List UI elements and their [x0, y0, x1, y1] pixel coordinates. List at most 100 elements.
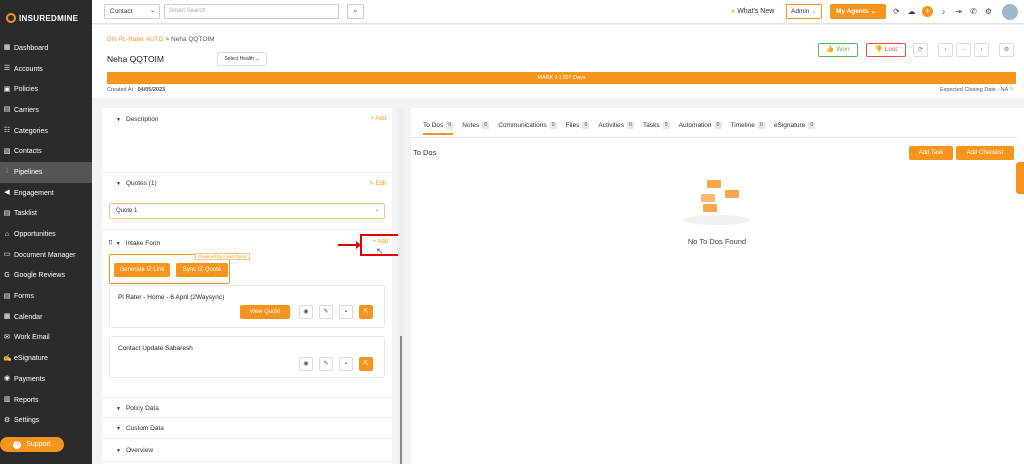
sidebar-item-calendar[interactable]: ▦ Calendar	[0, 307, 92, 328]
scrollbar-thumb[interactable]	[400, 336, 402, 464]
lost-button[interactable]: 👎 Lost	[866, 43, 906, 57]
tab-count-badge: 0	[549, 122, 557, 129]
sidebar-item-forms[interactable]: ▤ Forms	[0, 286, 92, 307]
tab-timeline[interactable]: Timeline 0	[731, 122, 765, 129]
quotes-header[interactable]: ▼ Quotes (1)	[116, 180, 157, 187]
sidebar-item-label: Accounts	[14, 65, 43, 73]
won-button[interactable]: 👍 Won	[818, 43, 858, 57]
right-panel: To Dos 0 Notes 0 Communications 0 Files 0 Activi…	[411, 108, 1024, 464]
drag-handle-icon[interactable]: ⠿	[108, 240, 113, 247]
caret-icon: ▼	[116, 426, 121, 432]
brand-logo[interactable]: INSUREDMINE	[0, 0, 92, 36]
sidebar-item-accounts[interactable]: ☰ Accounts	[0, 59, 92, 80]
sidebar-item-tasklist[interactable]: ▤ Tasklist	[0, 204, 92, 225]
sidebar-item-engagement[interactable]: ◀ Engagement	[0, 183, 92, 204]
sidebar-item-label: Contacts	[14, 148, 42, 156]
delete-button[interactable]: ▪	[339, 305, 353, 319]
open-button[interactable]: ⇱	[359, 305, 373, 319]
description-header[interactable]: ▼ Description	[116, 116, 158, 123]
scrollbar[interactable]	[398, 108, 404, 464]
view-quote-button[interactable]: View Quote	[240, 305, 290, 319]
open-button[interactable]: ⇱	[359, 357, 373, 371]
view-button[interactable]: ◉	[299, 357, 313, 371]
settings-button[interactable]: ⚙	[999, 43, 1014, 57]
tab-notes[interactable]: Notes 0	[462, 122, 490, 129]
quotes-edit-button[interactable]: ✎ Edit	[369, 180, 386, 187]
tab-to-dos[interactable]: To Dos 0	[423, 122, 454, 135]
tab-communications[interactable]: Communications 0	[498, 122, 557, 129]
add-checklist-button[interactable]: Add Checklist	[956, 146, 1014, 160]
custom-data-section[interactable]: ▼ Custom Data	[102, 418, 392, 439]
admin-select[interactable]: Admin ⌄	[786, 4, 822, 19]
prev-button[interactable]: ‹	[938, 43, 953, 57]
contact-select-value: Contact	[110, 8, 133, 15]
view-button[interactable]: ◉	[299, 305, 313, 319]
logo-icon	[6, 13, 16, 23]
next-button[interactable]: ›	[974, 43, 989, 57]
sidebar-item-dashboard[interactable]: ▦ Dashboard	[0, 38, 92, 59]
sidebar-item-esignature[interactable]: ✍ eSignature	[0, 348, 92, 369]
sidebar-item-pipelines[interactable]: ⫶ Pipelines	[0, 162, 92, 183]
avatar[interactable]	[1002, 4, 1018, 20]
help-tab[interactable]	[1016, 162, 1024, 194]
gear-icon[interactable]: ⚙	[984, 5, 993, 18]
refresh-button[interactable]: ⟳	[913, 43, 928, 57]
tab-files[interactable]: Files 0	[566, 122, 590, 129]
edit-button[interactable]: ✎	[319, 357, 333, 371]
search-input[interactable]: Smart Search	[164, 4, 339, 19]
sidebar-item-document-manager[interactable]: ▭ Document Manager	[0, 245, 92, 266]
sidebar-item-carriers[interactable]: ▤ Carriers	[0, 100, 92, 121]
pipeline-header: DN PL-Rater AUTO > Neha QQTOIM Neha QQTO…	[92, 25, 1024, 98]
topbar-icons: ⟳ ☁ + ♪ ⇥ ✆ ⚙	[892, 5, 993, 18]
sidebar-item-categories[interactable]: ☷ Categories	[0, 121, 92, 142]
tab-count-badge: 0	[808, 122, 816, 129]
tab-count-badge: 0	[627, 122, 635, 129]
quote-item[interactable]: Quote 1 ›	[109, 203, 385, 219]
tab-tasks[interactable]: Tasks 0	[643, 122, 670, 129]
todos-title: To Dos	[413, 148, 437, 157]
pipelines-icon: ⫶	[6, 168, 8, 176]
sidebar-item-google-reviews[interactable]: G Google Reviews	[0, 266, 92, 287]
whats-new-link[interactable]: ● What's New	[731, 8, 774, 15]
sidebar-item-settings[interactable]: ⚙ Settings	[0, 410, 92, 431]
intake-form-header[interactable]: ⠿ ▼ Intake Form	[108, 239, 160, 247]
add-icon[interactable]: +	[922, 6, 933, 17]
sidebar-item-policies[interactable]: ▣ Policies	[0, 79, 92, 100]
sidebar-item-work-email[interactable]: ✉ Work Email	[0, 328, 92, 349]
support-button[interactable]: ? Support	[0, 437, 64, 452]
delete-button[interactable]: ▪	[339, 357, 353, 371]
tab-automation[interactable]: Automation 0	[679, 122, 722, 129]
sidebar-item-opportunities[interactable]: ⌂ Opportunities	[0, 224, 92, 245]
contacts-icon: ▧	[3, 147, 11, 155]
generate-iz-link-button[interactable]: Generate IZ Link	[114, 263, 170, 277]
policy-data-section[interactable]: ▼ Policy Data	[102, 397, 392, 418]
tab-label: Notes	[462, 122, 480, 129]
breadcrumb-link[interactable]: DN PL-Rater AUTO	[107, 36, 164, 43]
stage-bar[interactable]: MARK 1 | 207 Days	[107, 72, 1016, 84]
sidebar-item-payments[interactable]: ◉ Payments	[0, 369, 92, 390]
logout-icon[interactable]: ⇥	[954, 5, 963, 18]
overview-section[interactable]: ▼ Overview	[102, 439, 392, 462]
description-add-button[interactable]: + Add	[370, 116, 386, 122]
tab-activities[interactable]: Activities 0	[598, 122, 635, 129]
sidebar-item-reports[interactable]: ▥ Reports	[0, 390, 92, 411]
cloud-icon[interactable]: ☁	[907, 5, 916, 18]
tab-label: Files	[565, 122, 580, 129]
sidebar-item-label: Categories	[14, 127, 48, 135]
edit-button[interactable]: ✎	[319, 305, 333, 319]
created-date: 04/05/2023	[137, 87, 166, 93]
phone-icon[interactable]: ✆	[969, 5, 978, 18]
sidebar-item-contacts[interactable]: ▧ Contacts	[0, 141, 92, 162]
sync-iz-quote-button[interactable]: Sync IZ Quote	[176, 263, 228, 277]
search-button[interactable]: ⌕	[347, 4, 364, 19]
select-health-dropdown[interactable]: Select Health ⌄	[217, 52, 267, 66]
tab-esignature[interactable]: eSignature 0	[774, 122, 816, 129]
tab-label: Timeline	[730, 122, 755, 129]
expected-closing-date[interactable]: Expected Closing Date : NA ✎	[940, 87, 1014, 93]
bell-icon[interactable]: ♪	[939, 5, 948, 18]
refresh-icon[interactable]: ⟳	[892, 5, 901, 18]
my-agents-button[interactable]: My Agents ⌄	[830, 4, 886, 19]
add-task-button[interactable]: Add Task	[909, 146, 953, 160]
more-button[interactable]: ···	[956, 43, 971, 57]
contact-select[interactable]: Contact ⌄	[104, 4, 160, 19]
